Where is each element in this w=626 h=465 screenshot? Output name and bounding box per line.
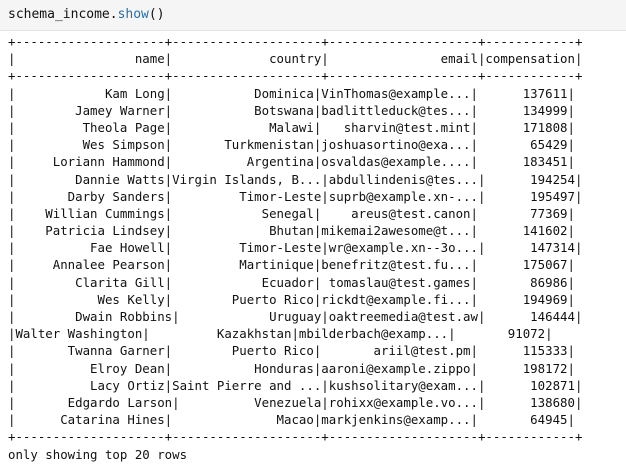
code-variable: schema_income (8, 7, 110, 22)
table-row: | Elroy Dean| Honduras|aaroni@example.zi… (8, 360, 575, 376)
code-parens: () (148, 7, 165, 22)
code-line[interactable]: schema_income.show() (8, 6, 165, 23)
cell-output: +--------------------+------------------… (8, 33, 582, 463)
table-row: | Dwain Robbins| Uruguay|oaktreemedia@te… (8, 309, 583, 324)
table-border-mid: +--------------------+------------------… (8, 68, 583, 84)
output-footer: only showing top 20 rows (8, 446, 188, 462)
table-row: | Annalee Pearson| Martinique|benefritz@… (8, 257, 575, 273)
table-row: |Walter Washington| Kazakhstan|mbilderba… (8, 326, 553, 342)
table-row: | Twanna Garner| Puerto Rico| ariil@test… (8, 343, 575, 359)
table-row: | Edgardo Larson| Venezuela|rohixx@examp… (8, 394, 583, 410)
table-border-top: +--------------------+------------------… (8, 34, 583, 49)
table-row: | Theola Page| Malawi| sharvin@test.mint… (8, 119, 575, 135)
table-row: | Wes Kelly| Puerto Rico|rickdt@example.… (8, 291, 575, 307)
table-row: | Catarina Hines| Macao|markjenkins@exam… (8, 412, 575, 428)
table-row: | Willian Cummings| Senegal| areus@test.… (8, 205, 575, 221)
table-border-bottom: +--------------------+------------------… (8, 429, 583, 445)
table-row: | Lacy Ortiz|Saint Pierre and ...|kushso… (8, 377, 583, 393)
code-cell-input[interactable]: schema_income.show() (0, 0, 626, 31)
table-row: | Patricia Lindsey| Bhutan|mikemai2aweso… (8, 223, 575, 239)
table-row: | Jamey Warner| Botswana|badlittleduck@t… (8, 102, 575, 118)
code-method: show (117, 7, 149, 22)
table-header: | name| country| email|compensation| (8, 51, 583, 67)
table-row: | Darby Sanders| Timor-Leste|suprb@examp… (8, 188, 583, 204)
table-row: | Dannie Watts|Virgin Islands, B...|abdu… (8, 171, 583, 187)
code-dot: . (109, 7, 118, 22)
table-row: | Loriann Hammond| Argentina|osvaldas@ex… (8, 154, 575, 170)
table-row: | Clarita Gill| Ecuador| tomaslau@test.g… (8, 274, 575, 290)
table-row: | Kam Long| Dominica|VinThomas@example..… (8, 85, 575, 101)
table-row: | Fae Howell| Timor-Leste|wr@example.xn-… (8, 240, 583, 256)
table-row: | Wes Simpson| Turkmenistan|joshuasortin… (8, 137, 575, 153)
